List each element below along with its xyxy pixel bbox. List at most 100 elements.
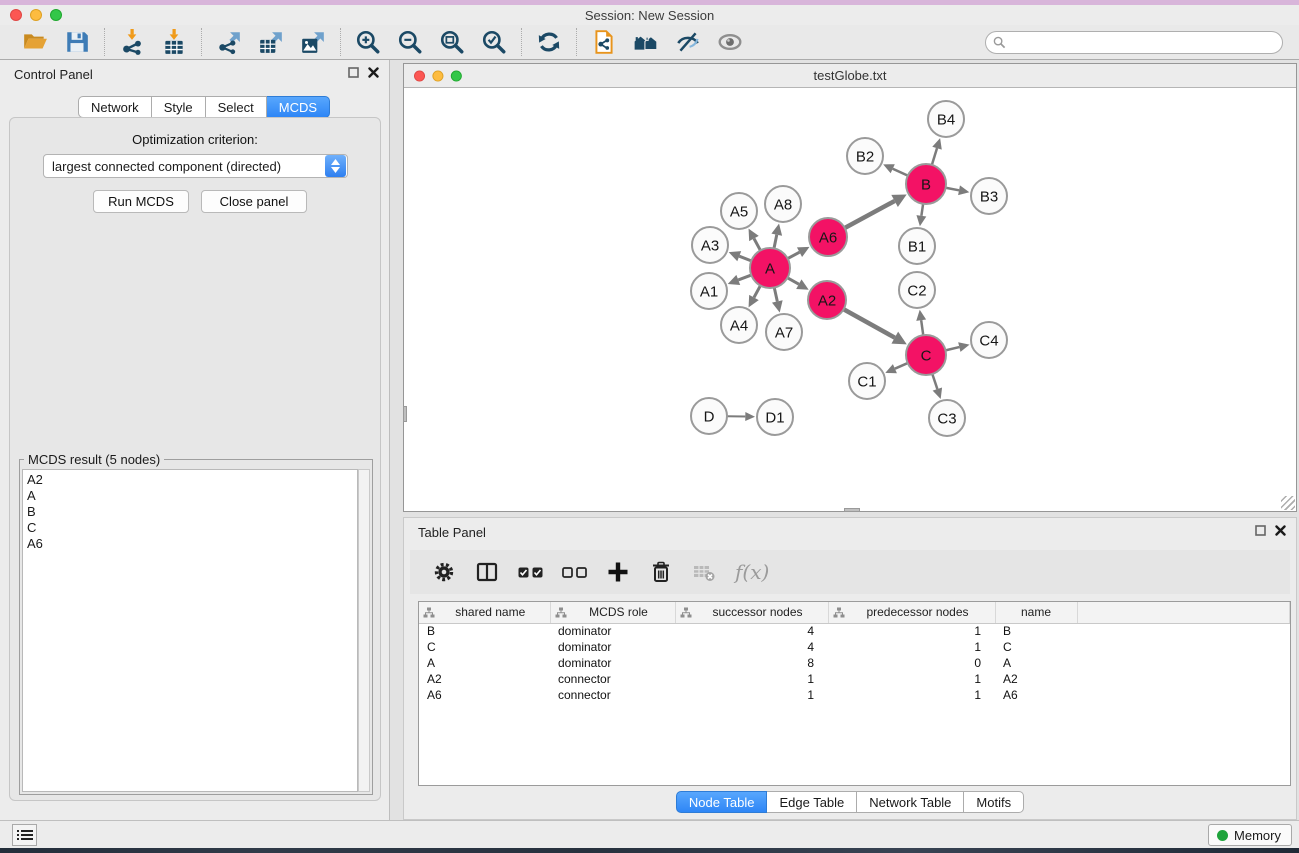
- close-table-panel-icon[interactable]: [1275, 525, 1286, 536]
- table-cell: 1: [828, 639, 995, 655]
- table-cell: A2: [995, 671, 1077, 687]
- table-cell: [1077, 655, 1290, 671]
- titlebar: Session: New Session: [0, 5, 1299, 25]
- export-image-icon[interactable]: [299, 28, 327, 56]
- hide-selected-icon[interactable]: [674, 28, 702, 56]
- show-all-icon[interactable]: [716, 28, 744, 56]
- graph-edge: [844, 309, 895, 337]
- mcds-result-item[interactable]: C: [27, 520, 353, 536]
- graph-node-label: B3: [980, 188, 998, 205]
- optimization-criterion-select[interactable]: largest connected component (directed): [43, 154, 348, 178]
- zoom-selected-icon[interactable]: [480, 28, 508, 56]
- desktop-background-strip: [0, 848, 1299, 853]
- col-name: name: [1000, 605, 1073, 619]
- zoom-fit-icon[interactable]: [438, 28, 466, 56]
- tab-style[interactable]: Style: [152, 96, 206, 118]
- tab-motifs[interactable]: Motifs: [964, 791, 1024, 813]
- table-row[interactable]: A6connector11A6: [419, 687, 1290, 703]
- graph-node-label: B: [921, 176, 931, 193]
- select-stepper-icon: [325, 155, 346, 177]
- table-cell: [1077, 687, 1290, 703]
- column-type-icon: [680, 607, 692, 618]
- open-file-icon[interactable]: [21, 28, 49, 56]
- split-view-icon[interactable]: [475, 560, 499, 584]
- tab-network[interactable]: Network: [78, 96, 152, 118]
- search-field[interactable]: [985, 31, 1283, 54]
- save-session-icon[interactable]: [63, 28, 91, 56]
- select-all-icon[interactable]: [518, 567, 543, 578]
- refresh-layout-icon[interactable]: [535, 28, 563, 56]
- close-panel-button[interactable]: Close panel: [201, 190, 307, 213]
- table-cell: C: [995, 639, 1077, 655]
- column-type-icon: [833, 607, 845, 618]
- graph-edge-arrow-icon: [916, 215, 926, 226]
- control-panel-tabs: Network Style Select MCDS: [78, 96, 330, 118]
- first-neighbors-icon[interactable]: [632, 28, 660, 56]
- tab-mcds[interactable]: MCDS: [267, 96, 330, 118]
- mcds-result-scrollbar[interactable]: [358, 469, 370, 792]
- frame-left-handle[interactable]: [403, 406, 407, 422]
- column-type-icon: [555, 607, 567, 618]
- export-network-icon[interactable]: [215, 28, 243, 56]
- deselect-all-icon[interactable]: [562, 567, 587, 578]
- memory-label: Memory: [1234, 828, 1281, 843]
- run-mcds-button[interactable]: Run MCDS: [93, 190, 189, 213]
- float-panel-icon[interactable]: [348, 67, 359, 78]
- table-row[interactable]: Bdominator41B: [419, 623, 1290, 639]
- import-table-icon[interactable]: [160, 28, 188, 56]
- search-input[interactable]: [1006, 33, 1275, 51]
- network-view[interactable]: AA1A2A3A4A5A6A7A8BB1B2B3B4CC1C2C3C4DD1: [404, 88, 1296, 511]
- float-table-panel-icon[interactable]: [1255, 525, 1266, 536]
- graph-node-label: D1: [765, 409, 784, 426]
- import-network-icon[interactable]: [118, 28, 146, 56]
- table-cell: A: [419, 655, 550, 671]
- table-row[interactable]: Adominator80A: [419, 655, 1290, 671]
- graph-edge-arrow-icon: [958, 185, 969, 195]
- resize-grip-icon[interactable]: [1281, 496, 1295, 510]
- mcds-panel: Optimization criterion: largest connecte…: [9, 117, 381, 801]
- graph-edge: [774, 235, 777, 249]
- mcds-result-item[interactable]: A: [27, 488, 353, 504]
- frame-bottom-handle[interactable]: [844, 508, 860, 512]
- network-window: testGlobe.txt AA1A2A3A4A5A6A7A8BB1B2B3B4…: [403, 63, 1297, 512]
- status-bar: Memory: [0, 820, 1299, 848]
- optimization-criterion-label: Optimization criterion:: [10, 132, 380, 147]
- export-table-icon[interactable]: [257, 28, 285, 56]
- mcds-result-item[interactable]: A2: [27, 472, 353, 488]
- add-column-icon[interactable]: [606, 560, 630, 584]
- task-history-button[interactable]: [12, 824, 37, 846]
- tab-edge-table[interactable]: Edge Table: [767, 791, 857, 813]
- graph-edge-arrow-icon: [771, 224, 782, 236]
- memory-button[interactable]: Memory: [1208, 824, 1292, 846]
- col-name: predecessor nodes: [845, 605, 991, 619]
- zoom-out-icon[interactable]: [396, 28, 424, 56]
- table-row[interactable]: Cdominator41C: [419, 639, 1290, 655]
- tab-node-table[interactable]: Node Table: [676, 791, 768, 813]
- graph-node-label: A5: [730, 203, 748, 220]
- tab-select[interactable]: Select: [206, 96, 267, 118]
- gear-icon[interactable]: [432, 560, 456, 584]
- graph-edge: [787, 278, 798, 284]
- close-panel-icon[interactable]: [368, 67, 379, 78]
- network-window-title: testGlobe.txt: [404, 68, 1296, 83]
- table-cell: connector: [550, 671, 675, 687]
- network-graph: AA1A2A3A4A5A6A7A8BB1B2B3B4CC1C2C3C4DD1: [404, 88, 1296, 511]
- graph-node-label: A1: [700, 283, 718, 300]
- mcds-result-box: MCDS result (5 nodes) A2ABCA6: [19, 459, 373, 795]
- network-window-titlebar[interactable]: testGlobe.txt: [404, 64, 1296, 88]
- table-cell: [1077, 671, 1290, 687]
- graph-edge: [932, 374, 937, 389]
- table-cell: 4: [675, 623, 828, 639]
- table-row[interactable]: A2connector11A2: [419, 671, 1290, 687]
- selected-criterion: largest connected component (directed): [44, 159, 325, 174]
- zoom-in-icon[interactable]: [354, 28, 382, 56]
- graph-node-label: A2: [818, 292, 836, 309]
- table-panel-title: Table Panel: [418, 525, 486, 540]
- delete-column-icon[interactable]: [649, 560, 673, 584]
- mcds-result-item[interactable]: A6: [27, 536, 353, 552]
- mcds-result-item[interactable]: B: [27, 504, 353, 520]
- network-document-icon[interactable]: [590, 28, 618, 56]
- tab-network-table[interactable]: Network Table: [857, 791, 964, 813]
- column-type-icon: [423, 607, 435, 618]
- col-shared-name: shared name: [435, 605, 546, 619]
